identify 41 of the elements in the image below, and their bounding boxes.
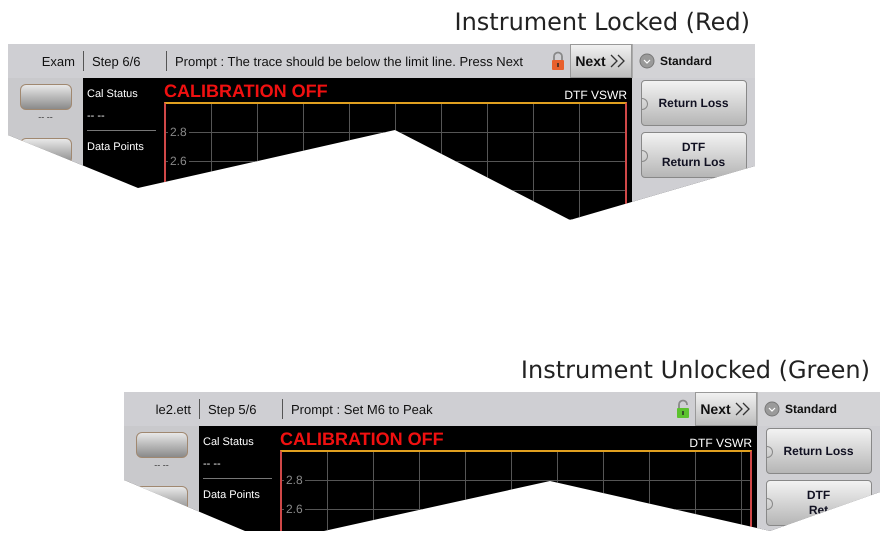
tick-label: 2.6	[284, 503, 305, 515]
step-indicator: Step 5/6	[208, 402, 256, 416]
figure-caption: Instrument Locked (Red)	[454, 8, 750, 36]
calibration-status: CALIBRATION OFF	[280, 429, 444, 450]
prompt-text: Prompt : Set M6 to Peak	[291, 402, 433, 416]
tick-label: 2.8	[168, 126, 189, 138]
file-name: Exam	[42, 54, 75, 68]
tick-label: 2.8	[284, 474, 305, 486]
indicator-icon	[640, 98, 648, 110]
hard-key[interactable]	[136, 432, 188, 458]
figure-caption: Instrument Unlocked (Green)	[520, 356, 870, 384]
indicator-icon	[640, 150, 648, 162]
cal-status-label: Cal Status	[87, 88, 139, 100]
file-name: le2.ett	[156, 402, 191, 416]
key-label: -- --	[38, 111, 53, 124]
double-chevron-icon	[734, 402, 752, 416]
mode-header: Standard	[757, 392, 880, 426]
data-points-label: Data Points	[87, 141, 145, 153]
hard-key[interactable]	[20, 84, 72, 110]
dropdown-circle-icon	[639, 53, 655, 69]
next-button[interactable]: Next	[695, 392, 757, 426]
double-chevron-icon	[608, 54, 627, 68]
indicator-icon	[766, 498, 772, 510]
data-points-label: Data Points	[203, 489, 261, 501]
step-indicator: Step 6/6	[92, 54, 140, 68]
cal-status-label: Cal Status	[203, 436, 255, 448]
next-button[interactable]: Next	[570, 44, 632, 78]
measurement-title: DTF VSWR	[564, 88, 627, 102]
prompt-text: Prompt : The trace should be below the limit line. Press Next	[175, 54, 524, 68]
cal-status-value: -- --	[203, 458, 222, 470]
indicator-icon	[766, 446, 772, 458]
measurement-title: DTF VSWR	[689, 436, 752, 450]
key-label: -- --	[154, 459, 169, 472]
cal-status-value: -- --	[87, 110, 106, 122]
soft-key[interactable]: Return Loss	[766, 428, 872, 474]
soft-key[interactable]: DTF Return Los	[640, 132, 746, 178]
tick-label: 2.6	[168, 155, 189, 167]
dropdown-circle-icon	[764, 401, 780, 417]
soft-key[interactable]: Return Loss	[640, 80, 746, 126]
mode-header: Standard	[632, 44, 755, 78]
calibration-status: CALIBRATION OFF	[164, 81, 328, 102]
